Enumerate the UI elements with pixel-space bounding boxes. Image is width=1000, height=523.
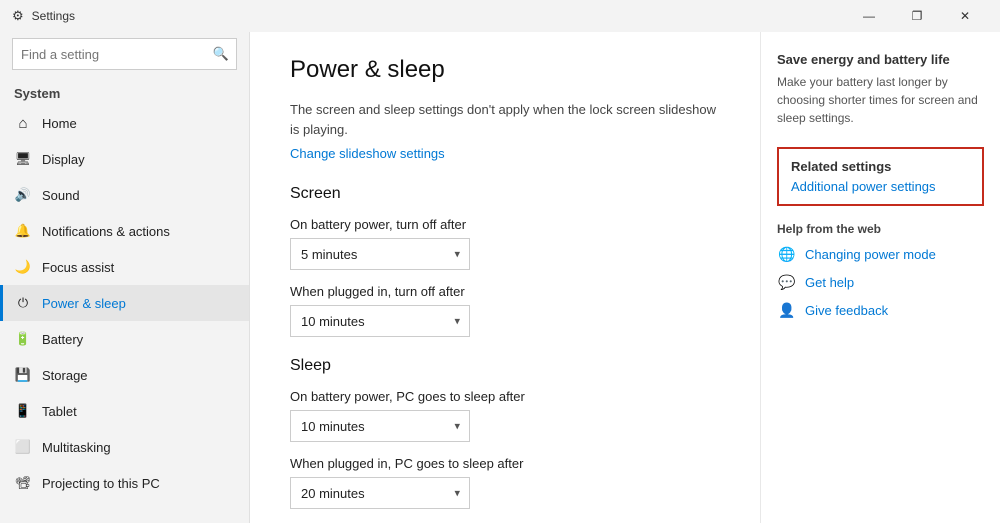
save-energy-desc: Make your battery last longer by choosin… [777, 73, 984, 127]
focus-icon: 🌙 [14, 258, 32, 276]
home-icon: ⌂ [14, 114, 32, 132]
sidebar-item-storage-label: Storage [42, 368, 88, 383]
sidebar-item-tablet[interactable]: 📱 Tablet [0, 393, 249, 429]
sidebar-item-display[interactable]: 🖥 Display [0, 141, 249, 177]
related-settings-box: Related settings Additional power settin… [777, 147, 984, 206]
screen-plugged-dropdown-wrap: 5 minutes 10 minutes 15 minutes 20 minut… [290, 305, 470, 337]
search-input[interactable] [12, 38, 237, 70]
multitasking-icon: ⬜ [14, 438, 32, 456]
sidebar-item-focus[interactable]: 🌙 Focus assist [0, 249, 249, 285]
sleep-battery-label: On battery power, PC goes to sleep after [290, 389, 720, 404]
tablet-icon: 📱 [14, 402, 32, 420]
display-icon: 🖥 [14, 150, 32, 168]
sidebar-item-battery[interactable]: 🔋 Battery [0, 321, 249, 357]
sidebar-item-focus-label: Focus assist [42, 260, 114, 275]
app-content: 🔍 System ⌂ Home 🖥 Display 🔊 Sound 🔔 Noti… [0, 32, 1000, 523]
get-help-icon: 💬 [777, 272, 797, 292]
sidebar: 🔍 System ⌂ Home 🖥 Display 🔊 Sound 🔔 Noti… [0, 32, 250, 523]
screen-battery-row: On battery power, turn off after 5 minut… [290, 217, 720, 270]
related-settings-title: Related settings [791, 159, 970, 174]
sidebar-item-multitasking-label: Multitasking [42, 440, 111, 455]
sidebar-item-battery-label: Battery [42, 332, 83, 347]
sleep-plugged-row: When plugged in, PC goes to sleep after … [290, 456, 720, 509]
sleep-plugged-dropdown-wrap: 10 minutes 15 minutes 20 minutes 30 minu… [290, 477, 470, 509]
minimize-button[interactable]: — [846, 0, 892, 32]
power-icon: ⏻ [14, 294, 32, 312]
sidebar-item-home[interactable]: ⌂ Home [0, 105, 249, 141]
sound-icon: 🔊 [14, 186, 32, 204]
sleep-plugged-select[interactable]: 10 minutes 15 minutes 20 minutes 30 minu… [290, 477, 470, 509]
sidebar-item-storage[interactable]: 💾 Storage [0, 357, 249, 393]
sidebar-item-power-label: Power & sleep [42, 296, 126, 311]
web-icon: 🌐 [777, 244, 797, 264]
sidebar-item-multitasking[interactable]: ⬜ Multitasking [0, 429, 249, 465]
screen-battery-label: On battery power, turn off after [290, 217, 720, 232]
get-help-row: 💬 Get help [777, 272, 984, 292]
sidebar-item-notifications-label: Notifications & actions [42, 224, 170, 239]
changing-power-mode-row: 🌐 Changing power mode [777, 244, 984, 264]
main-content: Power & sleep The screen and sleep setti… [250, 32, 760, 523]
sidebar-item-tablet-label: Tablet [42, 404, 77, 419]
sidebar-item-sound[interactable]: 🔊 Sound [0, 177, 249, 213]
screen-plugged-row: When plugged in, turn off after 5 minute… [290, 284, 720, 337]
save-energy-title: Save energy and battery life [777, 52, 984, 67]
search-icon: 🔍 [213, 46, 229, 62]
storage-icon: 💾 [14, 366, 32, 384]
screen-section-title: Screen [290, 185, 720, 203]
battery-icon: 🔋 [14, 330, 32, 348]
sleep-section-title: Sleep [290, 357, 720, 375]
screen-plugged-label: When plugged in, turn off after [290, 284, 720, 299]
help-section-title: Help from the web [777, 222, 984, 236]
give-feedback-link[interactable]: Give feedback [805, 303, 888, 318]
sidebar-item-display-label: Display [42, 152, 85, 167]
change-slideshow-link[interactable]: Change slideshow settings [290, 146, 445, 161]
screen-battery-dropdown-wrap: 5 minutes 10 minutes 15 minutes 20 minut… [290, 238, 470, 270]
sidebar-item-notifications[interactable]: 🔔 Notifications & actions [0, 213, 249, 249]
title-bar-text: Settings [32, 9, 75, 23]
sidebar-item-projecting-label: Projecting to this PC [42, 476, 160, 491]
give-feedback-row: 👤 Give feedback [777, 300, 984, 320]
sidebar-item-projecting[interactable]: 📽 Projecting to this PC [0, 465, 249, 501]
save-energy-section: Save energy and battery life Make your b… [777, 52, 984, 127]
notifications-icon: 🔔 [14, 222, 32, 240]
settings-icon: ⚙ [12, 8, 24, 24]
right-panel: Save energy and battery life Make your b… [760, 32, 1000, 523]
additional-power-settings-link[interactable]: Additional power settings [791, 179, 936, 194]
sleep-plugged-label: When plugged in, PC goes to sleep after [290, 456, 720, 471]
feedback-icon: 👤 [777, 300, 797, 320]
sleep-battery-dropdown-wrap: 5 minutes 10 minutes 15 minutes 20 minut… [290, 410, 470, 442]
sleep-battery-select[interactable]: 5 minutes 10 minutes 15 minutes 20 minut… [290, 410, 470, 442]
close-button[interactable]: ✕ [942, 0, 988, 32]
title-bar-controls: — ❐ ✕ [846, 0, 988, 32]
changing-power-mode-link[interactable]: Changing power mode [805, 247, 936, 262]
sidebar-section-title: System [0, 80, 249, 105]
notice-text: The screen and sleep settings don't appl… [290, 100, 720, 139]
maximize-button[interactable]: ❐ [894, 0, 940, 32]
screen-plugged-select[interactable]: 5 minutes 10 minutes 15 minutes 20 minut… [290, 305, 470, 337]
title-bar-left: ⚙ Settings [12, 8, 75, 24]
title-bar: ⚙ Settings — ❐ ✕ [0, 0, 1000, 32]
screen-section: Screen On battery power, turn off after … [290, 185, 720, 337]
projecting-icon: 📽 [14, 474, 32, 492]
sidebar-search-container: 🔍 [12, 38, 237, 70]
sidebar-item-power[interactable]: ⏻ Power & sleep [0, 285, 249, 321]
get-help-link[interactable]: Get help [805, 275, 854, 290]
sidebar-item-home-label: Home [42, 116, 77, 131]
page-title: Power & sleep [290, 56, 720, 84]
sleep-section: Sleep On battery power, PC goes to sleep… [290, 357, 720, 509]
sleep-battery-row: On battery power, PC goes to sleep after… [290, 389, 720, 442]
sidebar-item-sound-label: Sound [42, 188, 80, 203]
screen-battery-select[interactable]: 5 minutes 10 minutes 15 minutes 20 minut… [290, 238, 470, 270]
help-section: Help from the web 🌐 Changing power mode … [777, 222, 984, 320]
